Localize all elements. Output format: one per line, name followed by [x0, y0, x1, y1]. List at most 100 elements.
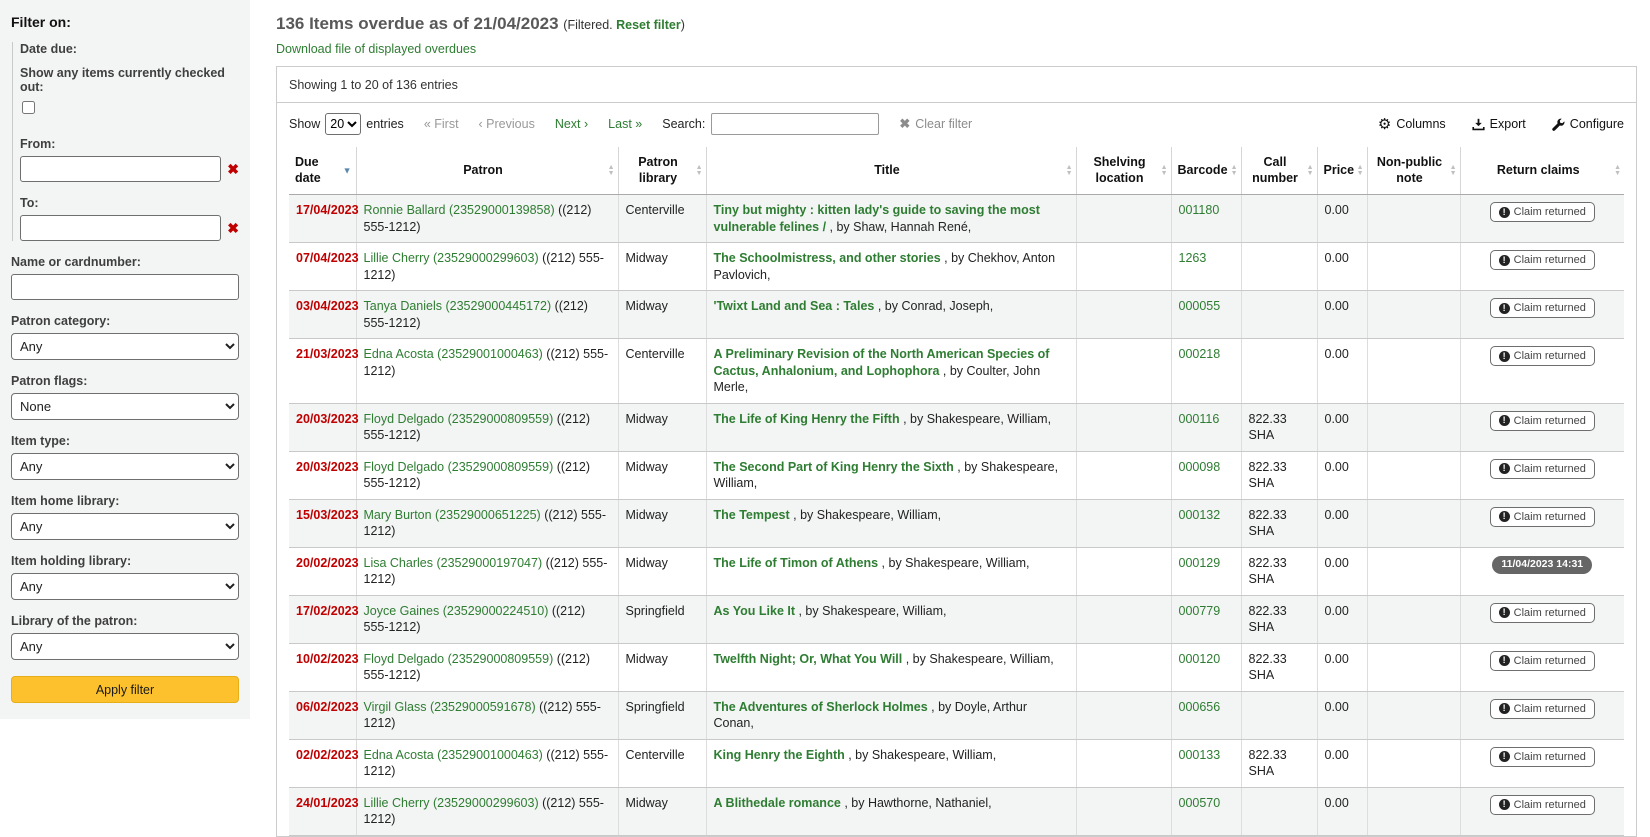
col-price[interactable]: Price▲▼	[1317, 147, 1367, 195]
barcode-link[interactable]: 000133	[1179, 748, 1221, 762]
patron-link[interactable]: Joyce Gaines (23529000224510)	[364, 604, 549, 618]
title-author-text: , by Hawthorne, Nathaniel,	[841, 796, 992, 810]
title-link[interactable]: The Adventures of Sherlock Holmes	[714, 700, 928, 714]
patron-link[interactable]: Tanya Daniels (23529000445172)	[364, 299, 552, 313]
exclamation-circle-icon: !	[1499, 607, 1510, 618]
claim-returned-button[interactable]: !Claim returned	[1490, 250, 1595, 270]
sort-icon: ▲▼	[696, 165, 703, 177]
sort-desc-icon: ▼	[343, 165, 352, 176]
claim-returned-button[interactable]: !Claim returned	[1490, 202, 1595, 222]
title-link[interactable]: The Schoolmistress, and other stories	[714, 251, 941, 265]
patron-link[interactable]: Edna Acosta (23529001000463)	[364, 748, 543, 762]
claim-returned-button[interactable]: !Claim returned	[1490, 411, 1595, 431]
claim-returned-button[interactable]: !Claim returned	[1490, 459, 1595, 479]
col-non-public-note[interactable]: Non-public note▲▼	[1367, 147, 1460, 195]
patron-library-cell: Midway	[618, 451, 706, 499]
patron-cell: Lillie Cherry (23529000299603) ((212) 55…	[356, 787, 618, 835]
patron-category-select[interactable]: Any	[11, 333, 239, 360]
filter-panel: Filter on: Date due: Show any items curr…	[0, 0, 250, 719]
barcode-link[interactable]: 000218	[1179, 347, 1221, 361]
configure-button[interactable]: Configure	[1552, 117, 1624, 131]
claim-returned-button[interactable]: !Claim returned	[1490, 346, 1595, 366]
barcode-link[interactable]: 000132	[1179, 508, 1221, 522]
claim-returned-button[interactable]: !Claim returned	[1490, 298, 1595, 318]
title-link[interactable]: As You Like It	[714, 604, 796, 618]
checked-out-checkbox[interactable]	[22, 101, 35, 114]
patron-link[interactable]: Floyd Delgado (23529000809559)	[364, 412, 554, 426]
col-patron-library[interactable]: Patron library▲▼	[618, 147, 706, 195]
title-link[interactable]: A Blithedale romance	[714, 796, 841, 810]
col-barcode[interactable]: Barcode▲▼	[1171, 147, 1241, 195]
patron-link[interactable]: Lillie Cherry (23529000299603)	[364, 251, 539, 265]
barcode-cell: 000116	[1171, 403, 1241, 451]
to-date-input[interactable]	[20, 215, 221, 241]
patron-link[interactable]: Edna Acosta (23529001000463)	[364, 347, 543, 361]
first-page-button[interactable]: « First	[424, 117, 459, 131]
patron-flags-label: Patron flags:	[11, 374, 239, 388]
patron-library-select[interactable]: Any	[11, 633, 239, 660]
col-due-date[interactable]: Due date▼	[289, 147, 356, 195]
claim-returned-button[interactable]: !Claim returned	[1490, 699, 1595, 719]
table-row: 02/02/2023Edna Acosta (23529001000463) (…	[289, 739, 1624, 787]
col-return-claims[interactable]: Return claims▲▼	[1460, 147, 1624, 195]
barcode-link[interactable]: 1263	[1179, 251, 1207, 265]
reset-filter-link[interactable]: Reset filter	[616, 18, 681, 32]
export-button[interactable]: Export	[1472, 117, 1526, 131]
barcode-link[interactable]: 000120	[1179, 652, 1221, 666]
name-cardnumber-input[interactable]	[11, 274, 239, 300]
patron-link[interactable]: Floyd Delgado (23529000809559)	[364, 460, 554, 474]
barcode-link[interactable]: 000779	[1179, 604, 1221, 618]
patron-link[interactable]: Lillie Cherry (23529000299603)	[364, 796, 539, 810]
patron-flags-select[interactable]: None	[11, 393, 239, 420]
col-patron[interactable]: Patron▲▼	[356, 147, 618, 195]
title-link[interactable]: The Tempest	[714, 508, 790, 522]
price-cell: 0.00	[1317, 339, 1367, 404]
barcode-link[interactable]: 000116	[1179, 412, 1220, 426]
columns-button[interactable]: ⚙ Columns	[1378, 117, 1446, 131]
claim-returned-button[interactable]: !Claim returned	[1490, 795, 1595, 815]
title-link[interactable]: The Second Part of King Henry the Sixth	[714, 460, 954, 474]
patron-link[interactable]: Floyd Delgado (23529000809559)	[364, 652, 554, 666]
clear-to-icon[interactable]: ✖	[227, 220, 239, 237]
barcode-link[interactable]: 000055	[1179, 299, 1221, 313]
barcode-link[interactable]: 000129	[1179, 556, 1221, 570]
table-search-input[interactable]	[711, 113, 879, 135]
title-link[interactable]: 'Twixt Land and Sea : Tales	[714, 299, 875, 313]
call-number-cell: 822.33 SHA	[1241, 499, 1317, 547]
item-home-library-select[interactable]: Any	[11, 513, 239, 540]
claim-returned-button[interactable]: !Claim returned	[1490, 507, 1595, 527]
return-claims-cell: !Claim returned	[1460, 339, 1624, 404]
previous-page-button[interactable]: ‹ Previous	[479, 117, 535, 131]
patron-link[interactable]: Lisa Charles (23529000197047)	[364, 556, 543, 570]
barcode-link[interactable]: 000098	[1179, 460, 1221, 474]
last-page-button[interactable]: Last »	[608, 117, 642, 131]
barcode-link[interactable]: 000656	[1179, 700, 1221, 714]
page-size-select[interactable]: 20	[325, 113, 361, 135]
search-label: Search:	[662, 117, 705, 131]
shelving-location-cell	[1076, 291, 1171, 339]
title-link[interactable]: Twelfth Night; Or, What You Will	[714, 652, 903, 666]
apply-filter-button[interactable]: Apply filter	[11, 676, 239, 703]
item-holding-library-select[interactable]: Any	[11, 573, 239, 600]
next-page-button[interactable]: Next ›	[555, 117, 588, 131]
download-overdues-link[interactable]: Download file of displayed overdues	[276, 42, 476, 56]
patron-link[interactable]: Virgil Glass (23529000591678)	[364, 700, 536, 714]
barcode-link[interactable]: 000570	[1179, 796, 1221, 810]
barcode-link[interactable]: 001180	[1179, 203, 1220, 217]
patron-link[interactable]: Ronnie Ballard (23529000139858)	[364, 203, 555, 217]
col-title[interactable]: Title▲▼	[706, 147, 1076, 195]
col-shelving-location[interactable]: Shelving location▲▼	[1076, 147, 1171, 195]
col-call-number[interactable]: Call number▲▼	[1241, 147, 1317, 195]
claim-returned-button[interactable]: !Claim returned	[1490, 603, 1595, 623]
item-type-select[interactable]: Any	[11, 453, 239, 480]
claim-returned-button[interactable]: !Claim returned	[1490, 651, 1595, 671]
clear-from-icon[interactable]: ✖	[227, 161, 239, 178]
patron-link[interactable]: Mary Burton (23529000651225)	[364, 508, 541, 522]
title-link[interactable]: The Life of King Henry the Fifth	[714, 412, 900, 426]
clear-filter-button[interactable]: ✖ Clear filter	[899, 116, 972, 132]
title-link[interactable]: King Henry the Eighth	[714, 748, 845, 762]
title-link[interactable]: The Life of Timon of Athens	[714, 556, 879, 570]
claim-returned-button[interactable]: !Claim returned	[1490, 747, 1595, 767]
from-date-input[interactable]	[20, 156, 221, 182]
return-claims-cell: !Claim returned	[1460, 643, 1624, 691]
